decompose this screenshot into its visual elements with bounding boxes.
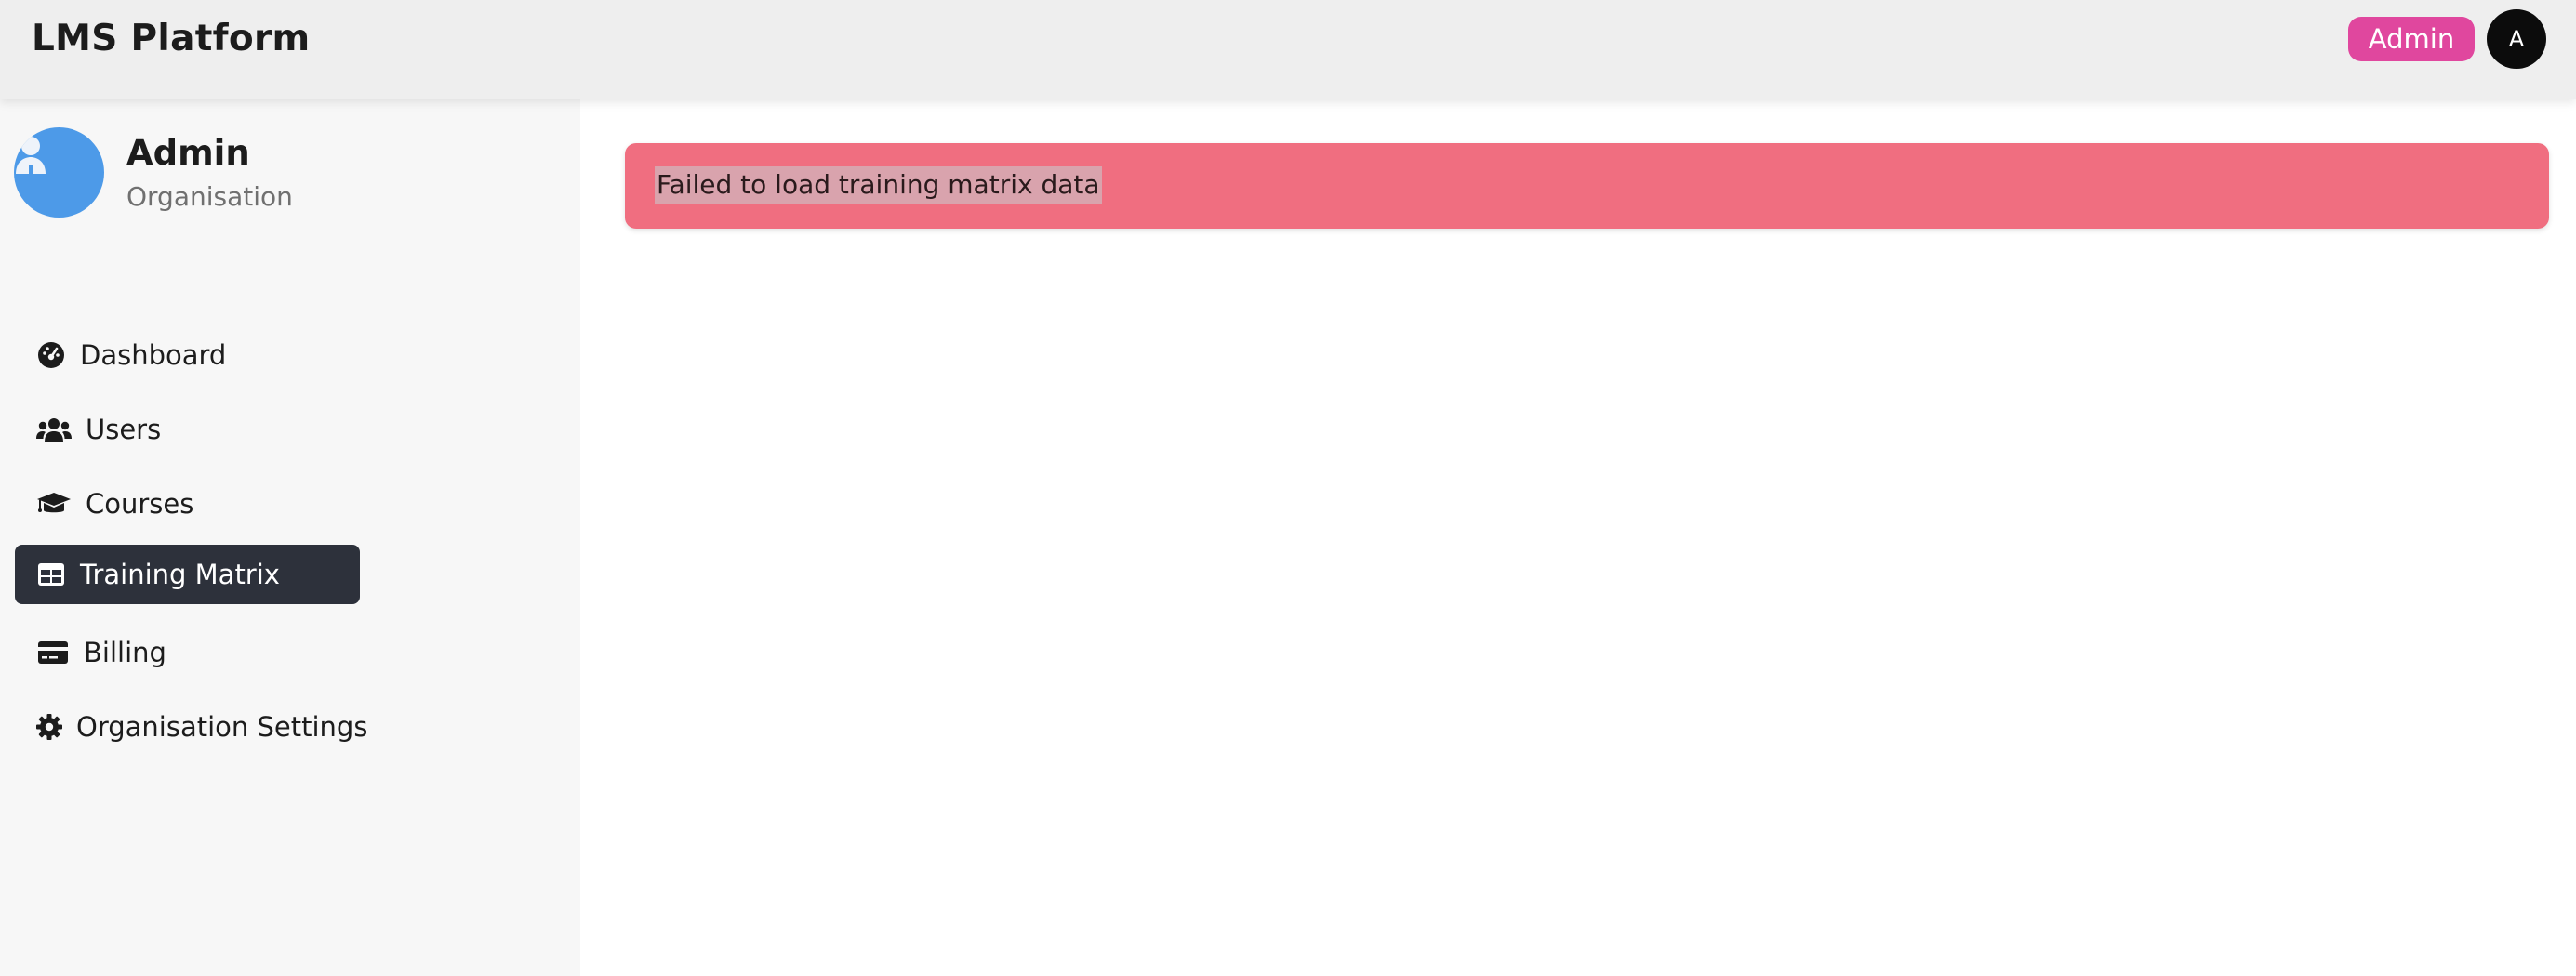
sidebar-item-users[interactable]: Users xyxy=(15,400,360,459)
sidebar-item-billing[interactable]: Billing xyxy=(15,623,360,682)
profile-name: Admin xyxy=(126,133,250,173)
profile-avatar xyxy=(14,127,104,218)
sidebar-item-label: Training Matrix xyxy=(80,559,280,590)
profile-role: Organisation xyxy=(126,181,293,212)
top-bar: LMS Platform Admin A xyxy=(0,0,2576,99)
gear-icon xyxy=(35,711,63,743)
graduation-cap-icon xyxy=(35,488,73,520)
sidebar-item-training-matrix[interactable]: Training Matrix xyxy=(15,545,360,604)
sidebar-item-organisation-settings[interactable]: Organisation Settings xyxy=(15,697,367,757)
credit-card-icon xyxy=(35,637,71,668)
app-title: LMS Platform xyxy=(32,18,311,59)
dashboard-gauge-icon xyxy=(35,339,67,371)
sidebar-item-label: Dashboard xyxy=(80,339,227,371)
sidebar: Admin Organisation Dashboard Users Cours… xyxy=(0,99,580,976)
sidebar-item-courses[interactable]: Courses xyxy=(15,474,360,534)
main-content: Failed to load training matrix data xyxy=(580,99,2576,976)
sidebar-item-label: Billing xyxy=(84,637,166,668)
sidebar-item-label: Users xyxy=(86,414,162,445)
sidebar-item-dashboard[interactable]: Dashboard xyxy=(15,325,360,385)
error-alert: Failed to load training matrix data xyxy=(625,143,2549,229)
users-icon xyxy=(35,414,73,445)
error-alert-message: Failed to load training matrix data xyxy=(655,166,1102,204)
sidebar-item-label: Organisation Settings xyxy=(76,711,368,743)
role-badge: Admin xyxy=(2348,17,2475,61)
user-avatar-button[interactable]: A xyxy=(2487,9,2546,69)
sidebar-item-label: Courses xyxy=(86,488,194,520)
table-icon xyxy=(35,559,67,590)
person-placeholder-icon xyxy=(16,137,46,174)
